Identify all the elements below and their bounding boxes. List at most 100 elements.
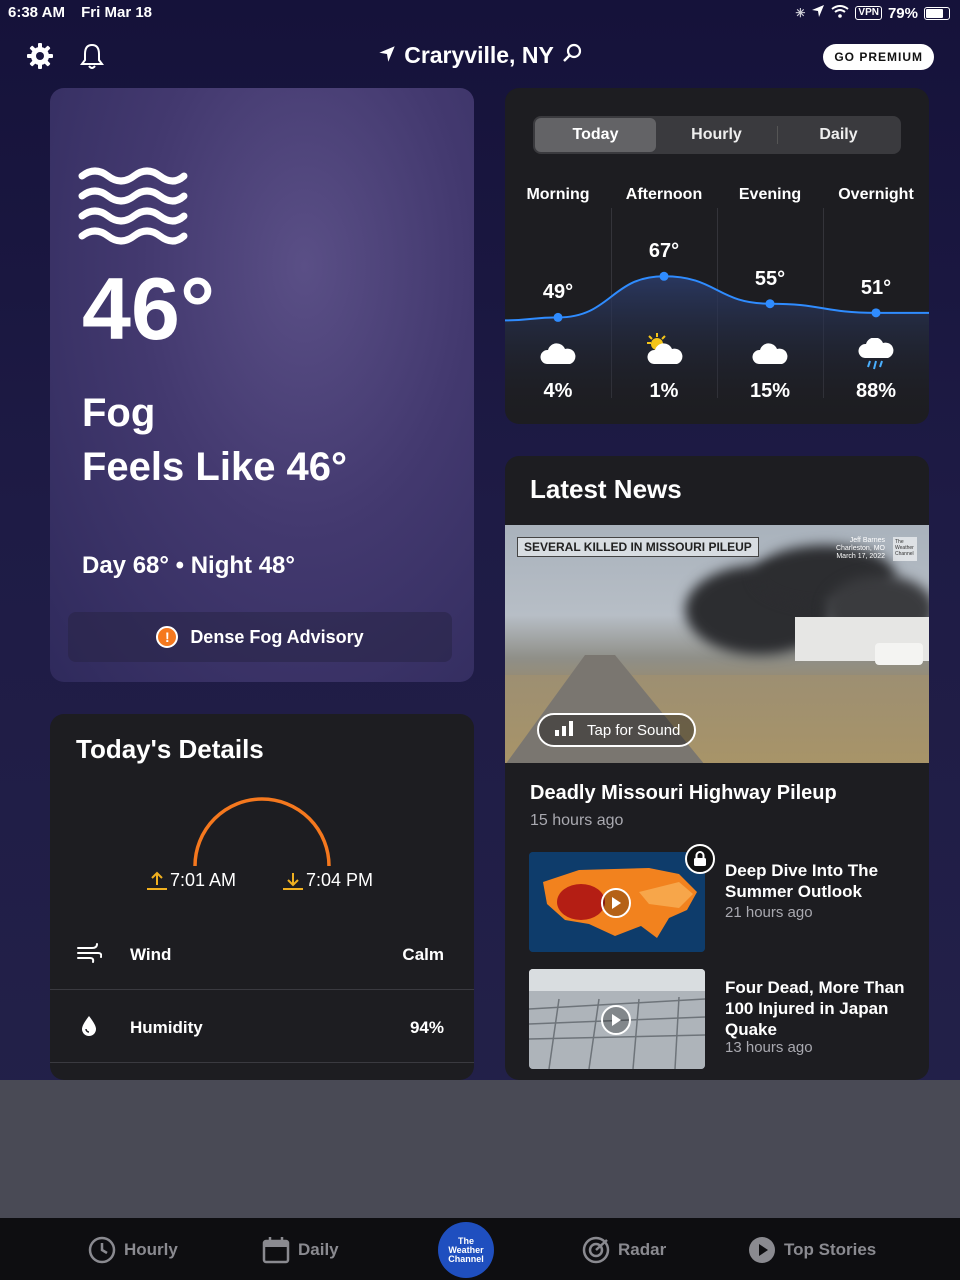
wifi-icon <box>831 4 850 22</box>
status-bar: 6:38 AM Fri Mar 18 ✳ VPN 79% <box>0 0 960 26</box>
latest-news-card: Latest News SEVERAL KILLED IN MISSOURI P… <box>505 456 929 1080</box>
detail-label: Humidity <box>130 1018 203 1037</box>
story-thumbnail <box>529 852 705 952</box>
news-hero-video[interactable]: SEVERAL KILLED IN MISSOURI PILEUP Jeff B… <box>505 525 929 763</box>
ad-placeholder-area <box>0 1080 960 1218</box>
tab-hourly-nav[interactable]: Hourly <box>88 1236 178 1264</box>
pickup-truck <box>875 643 923 665</box>
temperature-curve <box>505 271 929 424</box>
location-arrow-icon <box>811 4 825 22</box>
story-title: Deep Dive Into The Summer Outlook <box>725 861 879 901</box>
tab-label: Daily <box>298 1240 339 1259</box>
fog-icon <box>78 166 188 251</box>
calendar-icon <box>262 1237 290 1264</box>
story-title: Four Dead, More Than 100 Injured in Japa… <box>725 978 905 1039</box>
go-premium-button[interactable]: GO PREMIUM <box>823 44 934 70</box>
curve-point <box>659 271 669 281</box>
video-banner: SEVERAL KILLED IN MISSOURI PILEUP <box>517 537 759 557</box>
play-icon[interactable] <box>601 1005 631 1035</box>
news-section-title: Latest News <box>530 474 682 504</box>
volume-bars-icon <box>553 720 577 740</box>
tab-daily-nav[interactable]: Daily <box>262 1236 339 1264</box>
play-icon[interactable] <box>601 888 631 918</box>
search-icon[interactable] <box>562 42 582 69</box>
radar-icon <box>582 1236 610 1264</box>
clock-icon <box>88 1236 116 1264</box>
todays-details-card: Today's Details 7:01 AM 7:04 PM Wind Cal… <box>50 714 474 1080</box>
story-thumbnail <box>529 969 705 1069</box>
vpn-badge: VPN <box>855 6 882 20</box>
twc-watermark-logo: The Weather Channel <box>893 537 917 561</box>
sunset-icon <box>283 873 303 890</box>
period-temp: 55° <box>754 267 786 290</box>
feels-like-text: Feels Like 46° <box>82 445 348 489</box>
advisory-text: Dense Fog Advisory <box>190 626 364 647</box>
condition-block: Fog Feels Like 46° <box>82 386 347 494</box>
day-night-temps: Day 68° • Night 48° <box>82 552 295 579</box>
lock-icon <box>685 844 715 874</box>
curve-point <box>871 308 881 318</box>
current-temperature: 46° <box>82 259 216 358</box>
detail-row-humidity[interactable]: Humidity 94% <box>50 991 474 1063</box>
alert-icon: ! <box>156 626 179 648</box>
status-date: Fri Mar 18 <box>81 4 153 21</box>
location-selector[interactable]: Craryville, NY <box>0 42 960 69</box>
status-time: 6:38 AM <box>8 4 65 21</box>
tab-top-stories-nav[interactable]: Top Stories <box>748 1236 876 1264</box>
detail-label: Wind <box>130 945 172 964</box>
detail-value: 94% <box>409 1018 444 1037</box>
partly-sunny-icon <box>611 332 717 366</box>
tab-radar-nav[interactable]: Radar <box>582 1236 666 1264</box>
credit-line: Charleston, MO <box>835 545 885 552</box>
sunrise-time: 7:01 AM <box>170 870 237 890</box>
details-title: Today's Details <box>76 734 264 764</box>
curve-point <box>765 299 775 309</box>
video-credit: Jeff Barnes Charleston, MO March 17, 202… <box>836 537 885 561</box>
cloud-icon <box>717 342 823 366</box>
location-name: Craryville, NY <box>404 42 554 68</box>
precip-chance: 15% <box>749 380 791 402</box>
precip-chance: 1% <box>649 380 679 402</box>
battery-icon <box>924 6 950 20</box>
bottom-tab-bar: Hourly Daily The Weather Channel Radar T… <box>0 1218 960 1280</box>
tab-label: Top Stories <box>784 1240 877 1259</box>
story-time: 13 hours ago <box>725 1039 813 1056</box>
tab-label: Radar <box>618 1240 667 1259</box>
top-bar: Craryville, NY GO PREMIUM <box>0 36 960 80</box>
wind-icon <box>76 942 103 969</box>
humidity-drop-icon <box>76 1015 102 1042</box>
detail-row-wind[interactable]: Wind Calm <box>50 918 474 990</box>
play-circle-icon <box>749 1237 775 1263</box>
weather-advisory-banner[interactable]: ! Dense Fog Advisory <box>68 612 452 662</box>
battery-fill <box>926 8 943 18</box>
precip-chance: 88% <box>855 380 897 402</box>
sunset-time: 7:04 PM <box>306 870 374 890</box>
tab-label: Hourly <box>124 1240 178 1259</box>
hero-story-time: 15 hours ago <box>530 812 624 829</box>
current-conditions-card[interactable]: 46° Fog Feels Like 46° Day 68° • Night 4… <box>50 88 474 682</box>
condition-text: Fog <box>82 391 156 435</box>
precip-chance: 4% <box>543 380 573 402</box>
news-story-item[interactable]: Deep Dive Into The Summer Outlook 21 hou… <box>529 844 905 952</box>
today-forecast-card: Today Hourly Daily Morning Afternoon Eve… <box>505 88 929 424</box>
credit-line: Jeff Barnes <box>849 537 885 544</box>
sun-arc <box>193 797 331 867</box>
curve-point <box>553 312 563 322</box>
battery-percent: 79% <box>887 4 918 22</box>
period-temp: 51° <box>860 276 892 299</box>
location-arrow-icon <box>378 42 396 69</box>
sunrise-icon <box>147 871 167 890</box>
sunset: 7:04 PM <box>282 870 373 891</box>
detail-value: Calm <box>402 945 444 964</box>
sunrise: 7:01 AM <box>146 870 236 891</box>
logo-text: Channel <box>448 1253 484 1264</box>
credit-line: March 17, 2022 <box>836 553 885 560</box>
period-temp: 49° <box>542 281 574 304</box>
cloud-icon <box>505 342 611 366</box>
tap-for-sound-button[interactable]: Tap for Sound <box>537 713 697 747</box>
weather-channel-logo[interactable]: The Weather Channel <box>438 1222 494 1278</box>
hero-story-headline[interactable]: Deadly Missouri Highway Pileup <box>530 782 837 805</box>
period-temp: 67° <box>648 240 680 263</box>
news-story-item[interactable]: Four Dead, More Than 100 Injured in Japa… <box>529 969 905 1069</box>
story-time: 21 hours ago <box>725 904 813 921</box>
